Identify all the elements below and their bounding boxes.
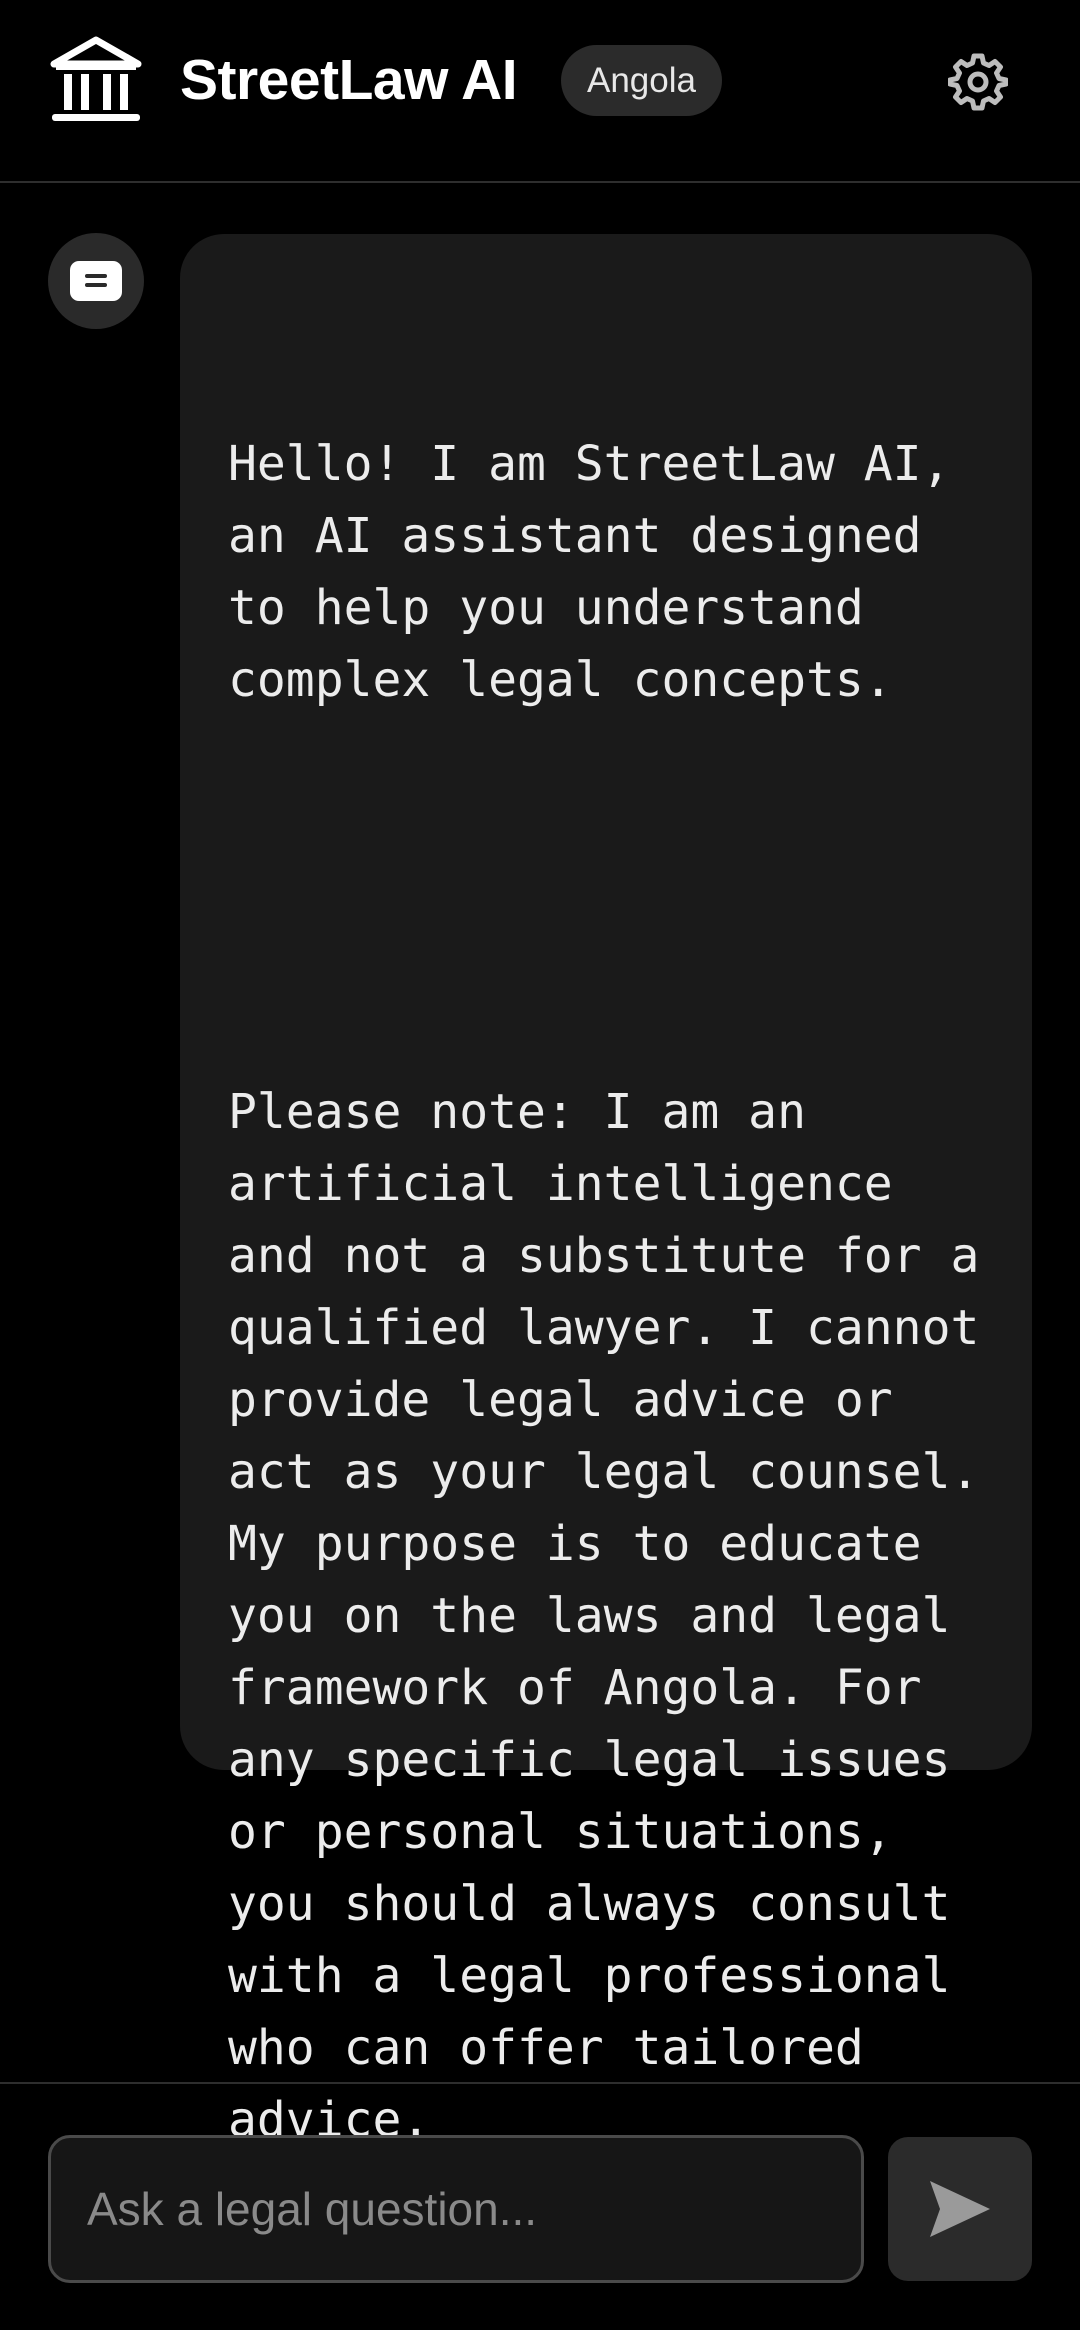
app-title: StreetLaw AI [180,48,518,112]
send-button[interactable] [888,2137,1032,2281]
send-icon [930,2181,990,2237]
assistant-message-text: Hello! I am StreetLaw AI, an AI assistan… [228,284,988,2300]
question-input[interactable] [51,2138,861,2280]
question-input-container[interactable] [48,2135,864,2283]
courthouse-icon [50,36,142,121]
chat-bubble-icon [70,261,122,301]
app-header: StreetLaw AI Angola [0,0,1080,183]
assistant-message-bubble: Hello! I am StreetLaw AI, an AI assistan… [180,234,1032,2148]
composer-bar [0,2082,1080,2330]
country-badge[interactable]: Angola [561,45,722,116]
message-paragraph: Please note: I am an artificial intellig… [228,1084,1009,2148]
assistant-avatar [48,233,144,329]
gear-icon[interactable] [948,52,1008,112]
message-paragraph: Hello! I am StreetLaw AI, an AI assistan… [228,436,980,708]
